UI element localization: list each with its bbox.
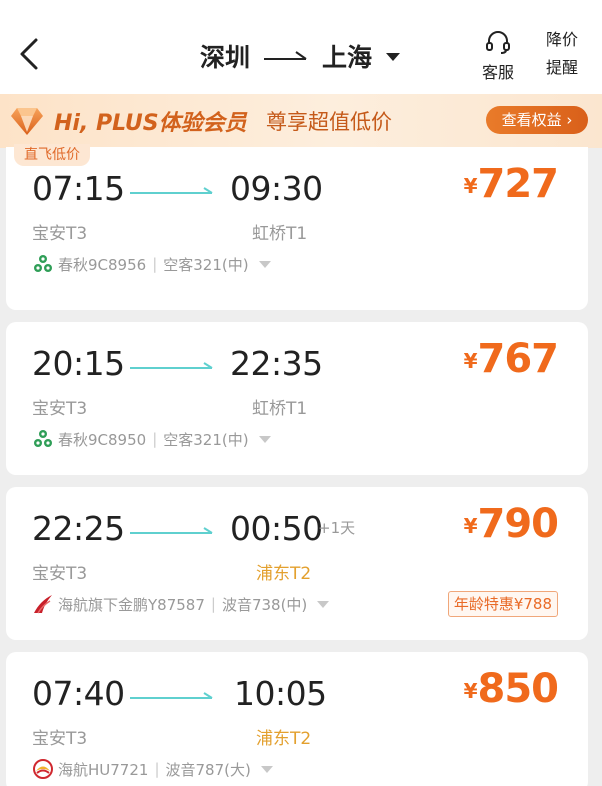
price-value: 850 bbox=[477, 666, 559, 712]
plus-member-banner[interactable]: Hi, PLUS体验会员 尊享超值低价 查看权益 › bbox=[0, 94, 602, 148]
departure-time: 22:25 bbox=[32, 509, 125, 548]
flight-card[interactable]: 20:15 22:35 宝安T3 虹桥T1 ¥767 春秋9C8950 | 空客… bbox=[6, 322, 588, 475]
aircraft-type: 波音787(大) bbox=[165, 760, 251, 779]
spring-airlines-logo-icon bbox=[32, 428, 54, 450]
from-city: 深圳 bbox=[199, 43, 250, 72]
currency-symbol: ¥ bbox=[463, 679, 478, 703]
price-alert-button[interactable]: 降价 提醒 bbox=[540, 29, 584, 79]
suparna-airlines-logo-icon bbox=[32, 593, 54, 615]
ticket-price: ¥790 bbox=[463, 501, 559, 547]
headset-icon bbox=[486, 31, 510, 54]
top-nav-bar: 深圳 上海 客服 降价 提醒 bbox=[0, 0, 602, 94]
aircraft-type: 空客321(中) bbox=[163, 430, 249, 449]
spring-airlines-logo-icon bbox=[32, 253, 54, 275]
departure-time: 07:15 bbox=[32, 169, 125, 208]
currency-symbol: ¥ bbox=[463, 349, 478, 373]
separator: | bbox=[210, 595, 216, 613]
aircraft-type: 波音738(中) bbox=[221, 595, 308, 614]
promo-badge: 年龄特惠¥788 bbox=[447, 591, 558, 617]
departure-airport: 宝安T3 bbox=[32, 224, 88, 244]
flight-direction-icon bbox=[130, 187, 213, 194]
airline-info[interactable]: 海航HU7721 | 波音787(大) bbox=[32, 758, 273, 780]
arrival-airport: 虹桥T1 bbox=[252, 399, 308, 419]
flight-card[interactable]: 直飞低价 07:15 09:30 宝安T3 虹桥T1 ¥727 春秋9C8956… bbox=[6, 144, 588, 310]
customer-service-button[interactable]: 客服 bbox=[476, 30, 520, 84]
customer-service-label: 客服 bbox=[481, 63, 514, 82]
price-value: 727 bbox=[477, 161, 559, 207]
arrival-airport: 浦东T2 bbox=[256, 729, 312, 749]
departure-time: 07:40 bbox=[32, 674, 125, 713]
airline-info[interactable]: 海航旗下金鹏Y87587 | 波音738(中) bbox=[32, 593, 330, 615]
price-value: 790 bbox=[477, 501, 559, 547]
separator: | bbox=[152, 255, 158, 273]
chevron-left-icon bbox=[20, 38, 38, 70]
departure-airport: 宝安T3 bbox=[32, 399, 88, 419]
separator: | bbox=[154, 760, 160, 778]
caret-down-icon bbox=[317, 600, 330, 608]
arrival-airport: 虹桥T1 bbox=[252, 224, 308, 244]
plus-title: Hi, PLUS体验会员 bbox=[54, 111, 247, 136]
ticket-price: ¥767 bbox=[463, 336, 559, 382]
flight-direction-icon bbox=[130, 362, 213, 369]
plus-slogan: 尊享超值低价 bbox=[266, 110, 392, 134]
departure-time: 20:15 bbox=[32, 344, 125, 383]
arrival-time: 00:50 bbox=[230, 509, 323, 548]
aircraft-type: 空客321(中) bbox=[163, 255, 249, 274]
airline-info[interactable]: 春秋9C8956 | 空客321(中) bbox=[32, 253, 271, 275]
view-benefits-button[interactable]: 查看权益 › bbox=[486, 106, 588, 134]
flight-direction-icon bbox=[130, 692, 213, 699]
to-city: 上海 bbox=[322, 43, 373, 72]
price-value: 767 bbox=[477, 336, 559, 382]
price-alert-label-line1: 降价 bbox=[545, 30, 578, 49]
airline-flight-number: 海航HU7721 bbox=[58, 760, 149, 779]
airline-flight-number: 海航旗下金鹏Y87587 bbox=[58, 595, 205, 614]
currency-symbol: ¥ bbox=[463, 174, 478, 198]
view-benefits-label: 查看权益 bbox=[501, 111, 562, 129]
route-selector[interactable]: 深圳 上海 bbox=[150, 36, 450, 76]
caret-down-icon bbox=[386, 47, 401, 66]
airline-flight-number: 春秋9C8950 bbox=[58, 430, 147, 449]
route-arrow-icon bbox=[264, 49, 308, 63]
chevron-right-icon: › bbox=[566, 111, 573, 129]
ticket-price: ¥850 bbox=[463, 666, 559, 712]
caret-down-icon bbox=[258, 260, 271, 268]
back-button[interactable] bbox=[14, 34, 54, 78]
price-alert-label-line2: 提醒 bbox=[545, 58, 578, 77]
ticket-price: ¥727 bbox=[463, 161, 559, 207]
caret-down-icon bbox=[260, 765, 273, 773]
currency-symbol: ¥ bbox=[463, 514, 478, 538]
caret-down-icon bbox=[258, 435, 271, 443]
departure-airport: 宝安T3 bbox=[32, 564, 88, 584]
flight-card[interactable]: 22:25 00:50 +1天 宝安T3 浦东T2 ¥790 海航旗下金鹏Y87… bbox=[6, 487, 588, 640]
flight-card[interactable]: 07:40 10:05 宝安T3 浦东T2 ¥850 海航HU7721 | 波音… bbox=[6, 652, 588, 786]
diamond-icon bbox=[11, 108, 43, 135]
flight-direction-icon bbox=[130, 527, 213, 534]
airline-flight-number: 春秋9C8956 bbox=[58, 255, 147, 274]
flight-tag: 直飞低价 bbox=[14, 144, 90, 166]
arrival-time: 09:30 bbox=[230, 169, 323, 208]
departure-airport: 宝安T3 bbox=[32, 729, 88, 749]
day-offset: +1天 bbox=[318, 519, 356, 537]
arrival-time: 22:35 bbox=[230, 344, 323, 383]
airline-info[interactable]: 春秋9C8950 | 空客321(中) bbox=[32, 428, 271, 450]
separator: | bbox=[152, 430, 158, 448]
arrival-time: 10:05 bbox=[234, 674, 327, 713]
hainan-airlines-logo-icon bbox=[32, 758, 54, 780]
arrival-airport: 浦东T2 bbox=[256, 564, 312, 584]
